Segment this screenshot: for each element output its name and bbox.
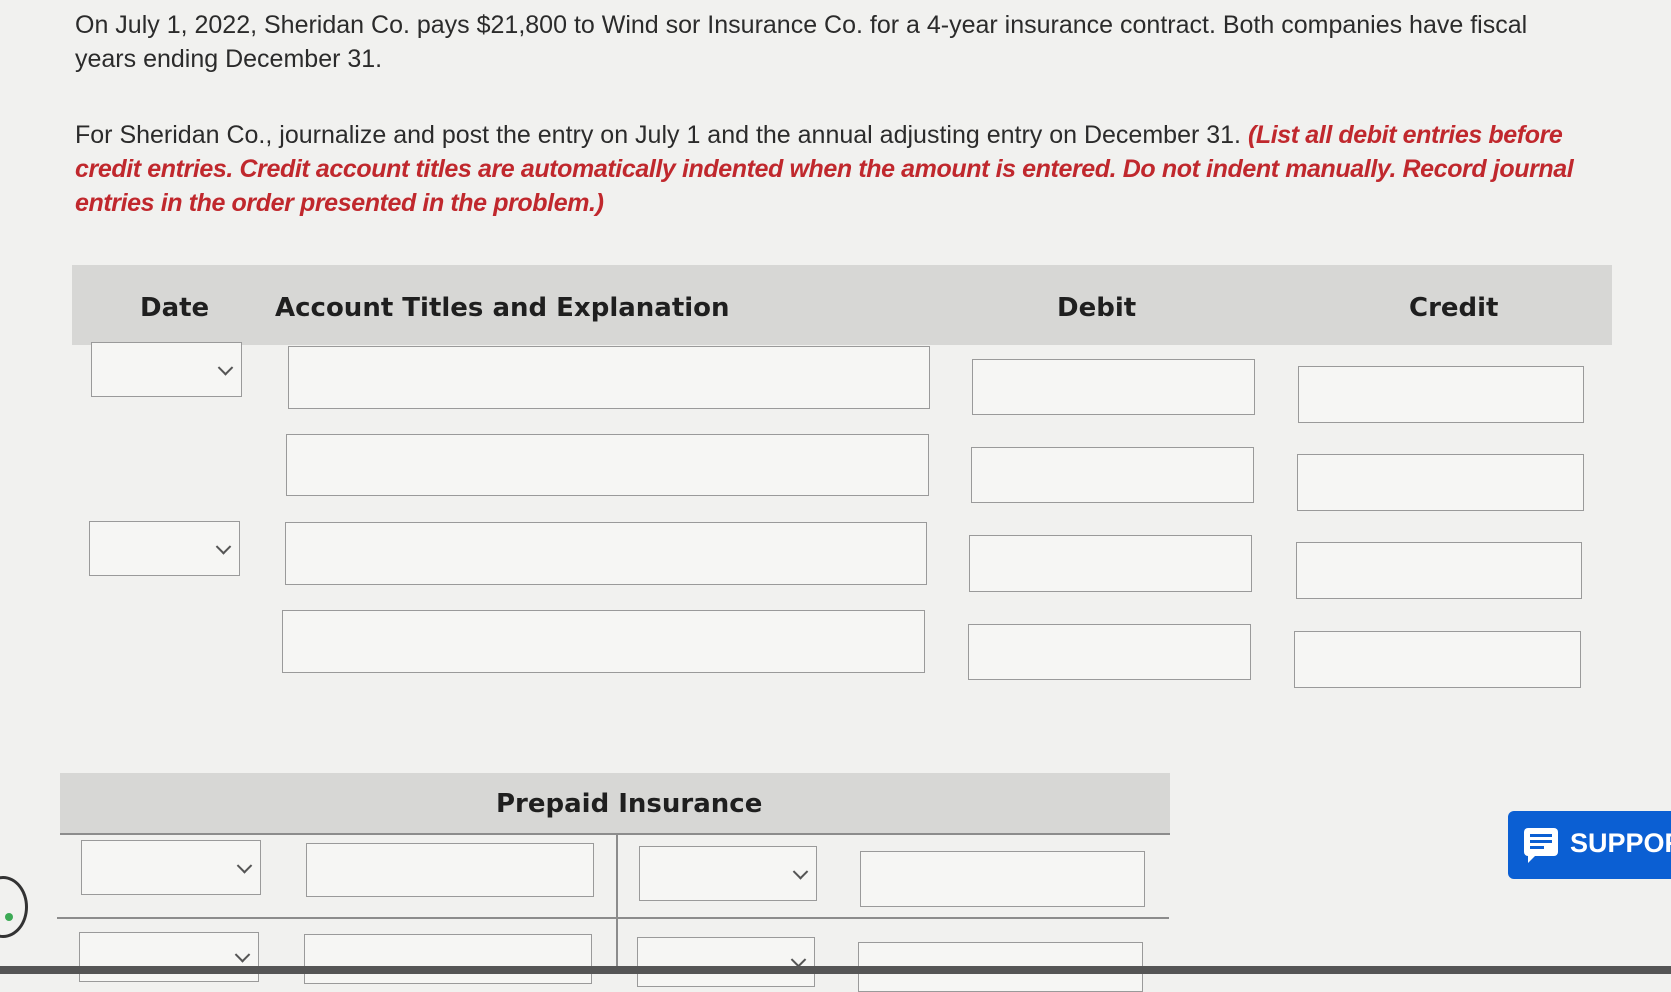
ledger-header: Prepaid Insurance [60, 773, 1170, 835]
chevron-down-icon [234, 947, 251, 963]
credit-header: Credit [1409, 293, 1499, 323]
chevron-down-icon [215, 538, 232, 555]
date-select[interactable] [89, 521, 240, 576]
credit-input[interactable] [1296, 542, 1582, 599]
ledger-title: Prepaid Insurance [496, 789, 763, 819]
date-header: Date [140, 293, 210, 323]
debit-header: Debit [1057, 293, 1137, 323]
debit-input[interactable] [968, 624, 1251, 680]
ledger-credit-date-select[interactable] [639, 846, 817, 901]
account-title-input[interactable] [285, 522, 927, 585]
ledger-debit-date-select[interactable] [79, 932, 259, 982]
ledger-debit-amount-input[interactable] [304, 934, 592, 984]
ledger-debit-date-select[interactable] [81, 840, 261, 895]
credit-input[interactable] [1294, 631, 1581, 688]
debit-input[interactable] [969, 535, 1252, 592]
problem-task: For Sheridan Co., journalize and post th… [75, 118, 1595, 220]
support-button[interactable]: SUPPOR [1508, 811, 1671, 879]
chevron-down-icon [792, 863, 809, 880]
account-title-input[interactable] [282, 610, 925, 673]
t-account-row-divider [57, 917, 1169, 919]
task-text: For Sheridan Co., journalize and post th… [75, 121, 1241, 149]
account-header: Account Titles and Explanation [275, 293, 730, 323]
side-handle [0, 876, 28, 938]
problem-text: On July 1, 2022, Sheridan Co. pays $21,8… [75, 11, 1528, 73]
ledger-debit-amount-input[interactable] [306, 843, 594, 897]
debit-input[interactable] [971, 447, 1254, 503]
credit-input[interactable] [1297, 454, 1584, 511]
chevron-down-icon [217, 359, 234, 376]
support-label: SUPPOR [1570, 828, 1671, 858]
problem-statement: On July 1, 2022, Sheridan Co. pays $21,8… [75, 8, 1595, 220]
date-select[interactable] [91, 342, 242, 397]
account-title-input[interactable] [286, 434, 929, 496]
account-title-input[interactable] [288, 346, 930, 409]
credit-input[interactable] [1298, 366, 1584, 423]
debit-input[interactable] [972, 359, 1255, 415]
ledger-credit-amount-input[interactable] [860, 851, 1145, 907]
chevron-down-icon [236, 857, 253, 874]
bottom-edge [0, 966, 1671, 974]
ledger-credit-date-select[interactable] [637, 937, 815, 987]
chat-icon [1524, 828, 1558, 863]
journal-header: Date Account Titles and Explanation Debi… [72, 265, 1612, 345]
t-account-divider [616, 835, 618, 974]
